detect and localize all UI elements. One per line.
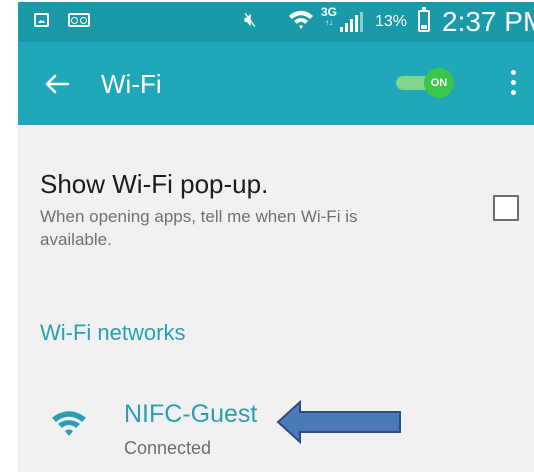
popup-checkbox[interactable]: [493, 195, 519, 221]
popup-setting-title[interactable]: Show Wi-Fi pop-up.: [40, 169, 268, 199]
network-name[interactable]: NIFC-Guest: [124, 399, 257, 429]
networks-section-header: Wi-Fi networks: [40, 320, 186, 345]
overflow-menu-icon[interactable]: [507, 70, 519, 98]
back-arrow-icon[interactable]: [42, 69, 72, 99]
voicemail-icon: [68, 13, 90, 27]
wifi-status-icon: [289, 10, 313, 29]
left-arrow-annotation: [276, 400, 401, 444]
network-type: 3G ↑↓: [321, 5, 338, 27]
status-bar: 🔇︎ 3G ↑↓ 13% 2:37 PM: [18, 2, 534, 42]
battery-icon: [418, 7, 430, 32]
app-bar: Wi-Fi ON: [18, 42, 534, 125]
mute-icon: 🔇︎: [244, 9, 257, 31]
popup-setting-description: When opening apps, tell me when Wi-Fi is…: [40, 207, 358, 249]
clock: 2:37 PM: [442, 6, 534, 37]
battery-percent: 13%: [375, 13, 408, 30]
gallery-icon: [34, 13, 49, 27]
signal-icon: [340, 12, 363, 32]
wifi-toggle[interactable]: ON: [396, 68, 454, 98]
toggle-thumb: ON: [424, 68, 454, 98]
page-title: Wi-Fi: [101, 69, 162, 99]
network-status: Connected: [124, 438, 212, 458]
network-type-label: 3G: [321, 5, 338, 19]
wifi-icon: [52, 411, 86, 436]
